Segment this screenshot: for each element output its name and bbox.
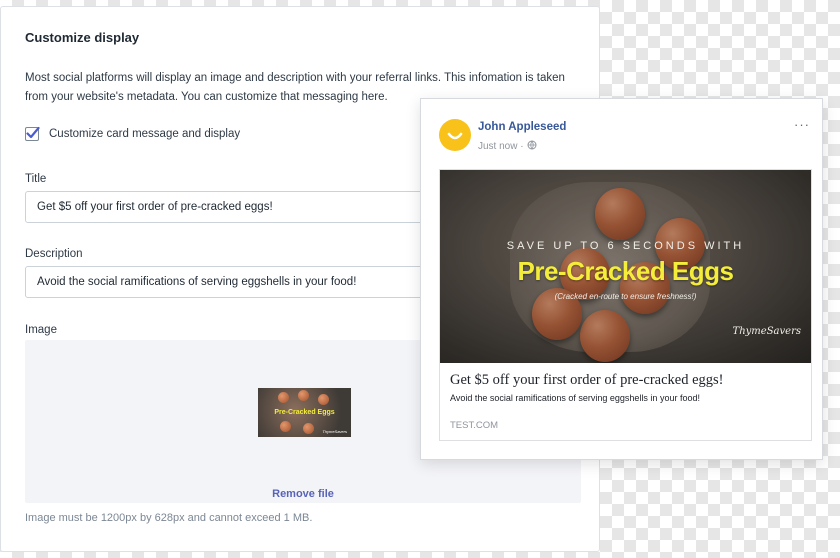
image-headline: Pre-Cracked Eggs xyxy=(517,256,734,286)
globe-icon xyxy=(527,140,537,153)
panel-heading: Customize display xyxy=(25,30,140,45)
link-preview[interactable]: SAVE UP TO 6 SECONDS WITH Pre-Cracked Eg… xyxy=(439,169,812,441)
image-subline: (Cracked en-route to ensure freshness!) xyxy=(554,292,697,301)
link-domain: TEST.COM xyxy=(450,420,499,431)
thumbnail-headline: Pre-Cracked Eggs xyxy=(274,409,335,416)
link-description: Avoid the social ramifications of servin… xyxy=(450,393,700,403)
customize-checkbox[interactable] xyxy=(25,126,40,141)
customize-checkbox-row[interactable]: Customize card message and display xyxy=(25,126,241,141)
post-meta: Just now · xyxy=(478,140,537,153)
image-thumbnail: Pre-Cracked Eggs ThymeSavers xyxy=(258,388,351,437)
description-input[interactable] xyxy=(25,266,445,298)
link-title: Get $5 off your first order of pre-crack… xyxy=(450,372,724,388)
image-hint: Image must be 1200px by 628px and cannot… xyxy=(25,512,313,524)
customize-checkbox-label: Customize card message and display xyxy=(49,128,241,140)
image-kicker: SAVE UP TO 6 SECONDS WITH xyxy=(506,240,745,252)
thumbnail-brand: ThymeSavers xyxy=(322,429,347,434)
social-preview-card: John Appleseed Just now · ··· SAVE UP TO… xyxy=(420,98,823,460)
link-preview-image: SAVE UP TO 6 SECONDS WITH Pre-Cracked Eg… xyxy=(440,170,811,363)
title-label: Title xyxy=(25,173,47,185)
author-name[interactable]: John Appleseed xyxy=(478,121,566,133)
description-label: Description xyxy=(25,248,83,260)
ellipsis-icon[interactable]: ··· xyxy=(794,117,810,132)
title-input[interactable] xyxy=(25,191,445,223)
avatar xyxy=(439,119,471,151)
image-brand: ThymeSavers xyxy=(732,326,801,337)
smile-icon xyxy=(447,132,463,140)
remove-file-link[interactable]: Remove file xyxy=(25,488,581,500)
image-label: Image xyxy=(25,324,57,336)
post-timestamp: Just now xyxy=(478,141,518,152)
checkmark-icon xyxy=(26,126,40,139)
